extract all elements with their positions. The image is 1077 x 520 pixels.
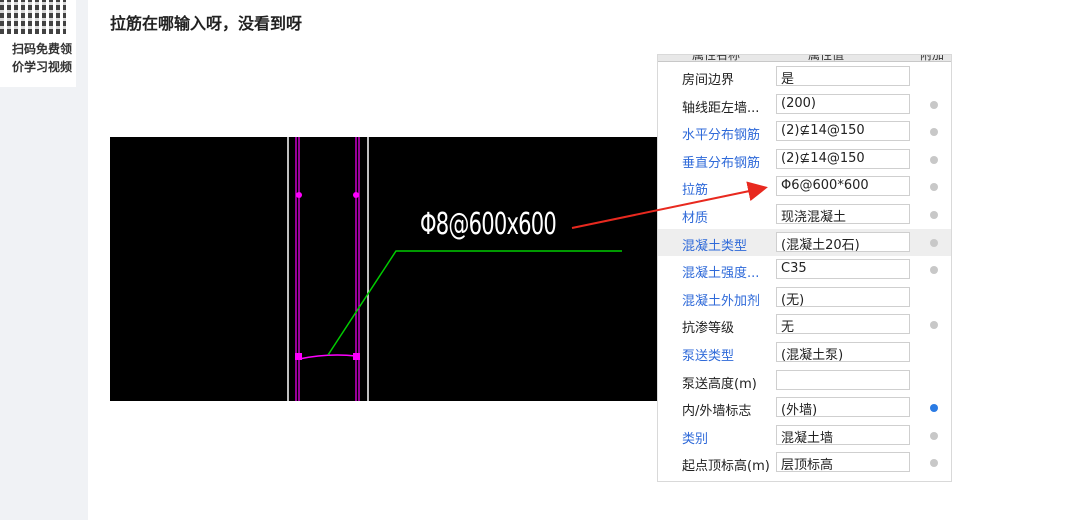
property-row[interactable]: 房间边界 是 <box>658 63 951 91</box>
property-value-field[interactable]: (2)⊈14@150 <box>776 121 910 142</box>
property-value-field[interactable]: (混凝土20石) <box>776 231 910 252</box>
property-value-field[interactable]: 层顶标高 <box>776 452 910 473</box>
property-panel: 属性名称 属性值 附加 房间边界 是轴线距左墙... (200) 水平分布钢筋 (2)⊈… <box>657 54 952 482</box>
property-row[interactable]: 起点顶标高(m) 层顶标高 <box>658 449 951 477</box>
property-row[interactable]: 混凝土强度... C35 <box>658 256 951 284</box>
property-name: 轴线距左墙... <box>682 100 760 116</box>
question-title: 拉筋在哪输入呀，没看到呀 <box>110 14 303 33</box>
property-value-field[interactable]: (200) <box>776 93 910 114</box>
property-value-field[interactable]: 混凝土墙 <box>776 424 910 445</box>
property-row[interactable]: 内/外墙标志 (外墙) <box>658 394 951 422</box>
panel-header: 属性名称 属性值 附加 <box>658 54 951 62</box>
attach-indicator-icon[interactable] <box>930 155 938 164</box>
header-value: 属性值 <box>808 54 845 62</box>
attach-indicator-icon[interactable] <box>930 100 938 109</box>
qr-caption-line1: 扫码免费领 <box>11 42 72 56</box>
property-name: 起点顶标高(m) <box>682 459 770 475</box>
property-name: 水平分布钢筋 <box>682 128 761 144</box>
property-name: 泵送类型 <box>682 349 735 364</box>
property-value-field[interactable]: (无) <box>776 286 910 307</box>
attach-indicator-icon[interactable] <box>930 404 938 413</box>
attach-indicator-icon[interactable] <box>930 238 938 247</box>
qr-promo-card[interactable]: 扫码免费领 价学习视频 <box>0 0 76 87</box>
property-value-field[interactable]: C35 <box>776 259 910 280</box>
property-name: 垂直分布钢筋 <box>682 155 761 171</box>
property-name: 房间边界 <box>682 73 735 88</box>
cad-rebar-annotation: Φ8@600x600 <box>420 207 557 242</box>
cad-drawing <box>287 137 622 401</box>
attach-indicator-icon[interactable] <box>930 266 938 275</box>
attach-indicator-icon[interactable] <box>930 211 938 219</box>
property-value-field[interactable]: 无 <box>776 314 910 335</box>
attach-indicator-icon[interactable] <box>930 431 938 440</box>
property-row[interactable]: 材质 现浇混凝土 <box>658 201 951 229</box>
property-row[interactable]: 类别 混凝土墙 <box>658 422 951 450</box>
property-name: 类别 <box>682 431 709 447</box>
property-name: 抗渗等级 <box>682 321 735 337</box>
attach-indicator-icon[interactable] <box>930 128 938 137</box>
attach-indicator-icon[interactable] <box>930 459 938 468</box>
property-row[interactable]: 拉筋 Φ6@600*600 <box>658 173 951 201</box>
header-name: 属性名称 <box>692 54 741 62</box>
property-row[interactable]: 混凝土外加剂 (无) <box>658 284 951 312</box>
property-row[interactable]: 轴线距左墙... (200) <box>658 91 951 119</box>
property-name: 泵送高度(m) <box>682 376 757 392</box>
header-extra: 附加 <box>920 54 945 62</box>
rebar-dot <box>296 192 302 198</box>
property-name: 混凝土类型 <box>682 238 748 254</box>
attach-indicator-icon[interactable] <box>930 183 938 192</box>
property-row[interactable]: 水平分布钢筋 (2)⊈14@150 <box>658 118 951 146</box>
property-value-field[interactable]: 现浇混凝土 <box>776 204 910 224</box>
property-name: 材质 <box>682 211 709 226</box>
question-content: 拉筋在哪输入呀，没看到呀 Φ8@600x600 属性名称 属性值 附加 房间边界… <box>88 0 1077 520</box>
property-name: 拉筋 <box>682 183 709 199</box>
property-name: 内/外墙标志 <box>682 404 752 420</box>
property-value-field[interactable] <box>776 369 910 390</box>
property-row[interactable]: 混凝土类型 (混凝土20石) <box>658 228 951 257</box>
tie-bar <box>298 354 357 360</box>
qr-caption-line2: 价学习视频 <box>11 60 72 74</box>
rebar-dot <box>353 192 359 198</box>
property-row[interactable]: 泵送类型 (混凝土泵) <box>658 339 951 367</box>
cad-screenshot: Φ8@600x600 <box>110 137 658 401</box>
property-name: 混凝土强度... <box>682 266 760 282</box>
property-value-field[interactable]: Φ6@600*600 <box>776 176 910 197</box>
property-row[interactable]: 泵送高度(m) <box>658 367 951 395</box>
property-row[interactable]: 垂直分布钢筋 (2)⊈14@150 <box>658 146 951 174</box>
property-value-field[interactable]: (混凝土泵) <box>776 342 910 362</box>
leader-line <box>327 250 622 356</box>
property-value-field[interactable]: (外墙) <box>776 397 910 418</box>
attach-indicator-icon[interactable] <box>930 321 938 330</box>
property-name: 混凝土外加剂 <box>682 293 761 309</box>
property-value-field[interactable]: (2)⊈14@150 <box>776 148 910 169</box>
property-value-field[interactable]: 是 <box>776 66 910 86</box>
property-row[interactable]: 抗渗等级 无 <box>658 311 951 339</box>
